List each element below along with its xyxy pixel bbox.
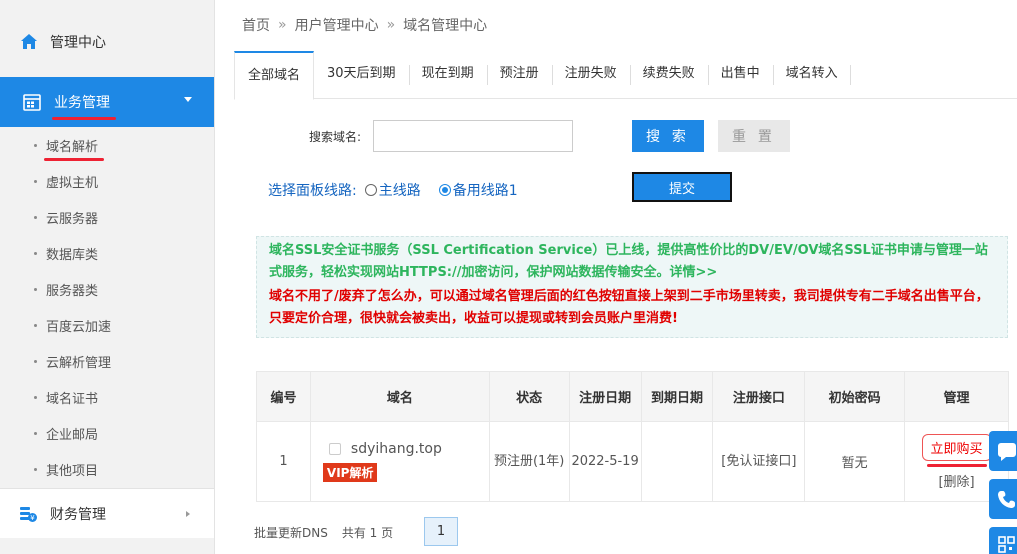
calendar-grid-icon [22, 92, 42, 112]
col-header-status: 状态 [488, 371, 570, 422]
tab-register-failed[interactable]: 注册失败 [551, 51, 630, 99]
sidebar-item-cloud-dns[interactable]: 云解析管理 [0, 343, 214, 379]
sidebar-item-business[interactable]: 业务管理 [0, 77, 214, 127]
breadcrumb-user-center[interactable]: 用户管理中心 [295, 15, 379, 35]
col-header-exp-date: 到期日期 [640, 371, 714, 422]
finance-icon: ¥ [18, 504, 38, 524]
col-header-manage: 管理 [904, 371, 1009, 422]
sidebar-item-label: 虚拟主机 [46, 175, 99, 191]
sidebar-item-finance[interactable]: ¥ 财务管理 [0, 488, 214, 538]
phone-icon [998, 491, 1015, 508]
batch-update-dns-button[interactable]: 批量更新DNS [254, 524, 328, 541]
cell-reg-port: [免认证接口] [712, 421, 806, 502]
sidebar-submenu: 域名解析 虚拟主机 云服务器 数据库类 服务器类 百度云加速 云解析管理 域名证… [0, 127, 214, 487]
tab-renew-failed[interactable]: 续费失败 [629, 51, 708, 99]
sidebar-item-dns[interactable]: 域名解析 [0, 127, 214, 163]
ssl-notice-link[interactable]: 域名SSL安全证书服务（SSL Certification Service）已上… [269, 240, 999, 284]
col-header-domain: 域名 [309, 371, 490, 422]
sidebar-item-vhost[interactable]: 虚拟主机 [0, 163, 214, 199]
table-header-row: 编号 域名 状态 注册日期 到期日期 注册接口 初始密码 管理 [256, 371, 1009, 422]
chat-icon [998, 443, 1016, 461]
domain-name[interactable]: sdyihang.top [351, 441, 442, 457]
tab-pre-register[interactable]: 预注册 [486, 51, 552, 99]
col-header-init-pass: 初始密码 [804, 371, 906, 422]
page-number-current[interactable]: 1 [424, 517, 458, 546]
sidebar-item-mail[interactable]: 企业邮局 [0, 415, 214, 451]
sidebar-item-label: 域名证书 [46, 391, 99, 407]
col-header-id: 编号 [256, 371, 311, 422]
notice-box: 域名SSL安全证书服务（SSL Certification Service）已上… [256, 236, 1008, 338]
sidebar-item-baidu-cdn[interactable]: 百度云加速 [0, 307, 214, 343]
tab-all-domains[interactable]: 全部域名 [234, 51, 315, 100]
chevron-down-icon [184, 97, 192, 102]
radio-label: 主线路 [378, 183, 421, 199]
breadcrumb-separator: » [386, 17, 396, 33]
sidebar-item-label: 云解析管理 [46, 355, 112, 371]
vip-badge[interactable]: VIP解析 [322, 463, 378, 482]
sidebar-item-domain-cert[interactable]: 域名证书 [0, 379, 214, 415]
cell-status: 预注册(1年) [488, 421, 570, 502]
reset-button[interactable]: 重 置 [718, 120, 790, 152]
sidebar-home-label: 管理中心 [50, 34, 106, 51]
col-header-reg-date: 注册日期 [568, 371, 642, 422]
radio-indicator [364, 184, 377, 196]
breadcrumb-domain-center: 域名管理中心 [403, 18, 488, 34]
search-input[interactable] [373, 120, 573, 152]
line-selector-label: 选择面板线路: [268, 183, 357, 199]
sidebar: 管理中心 业务管理 域名解析 虚拟主机 云服务器 数据库类 服务器类 百度云加速… [0, 0, 215, 554]
sidebar-item-label: 其他项目 [46, 463, 99, 479]
table-row: 1 sdyihang.top VIP解析 预注册(1年) 2022-5-19 [… [256, 421, 1009, 502]
breadcrumb: 首页 » 用户管理中心 » 域名管理中心 [216, 0, 1017, 50]
cell-reg-date: 2022-5-19 [568, 421, 642, 502]
cell-exp-date [640, 421, 714, 502]
breadcrumb-separator: » [278, 17, 287, 33]
row-checkbox[interactable] [328, 443, 341, 455]
sidebar-item-label: 企业邮局 [46, 427, 99, 443]
search-bar: 搜索域名: 搜 索 重 置 [216, 120, 1016, 152]
radio-main-line[interactable]: 主线路 [364, 180, 421, 200]
cell-domain: sdyihang.top VIP解析 [309, 421, 490, 502]
sidebar-item-label: 域名解析 [43, 136, 105, 161]
sidebar-item-cloud-server[interactable]: 云服务器 [0, 199, 214, 235]
buy-now-button[interactable]: 立即购买 [921, 433, 992, 467]
sidebar-business-label: 业务管理 [52, 92, 116, 120]
tab-transfer-in[interactable]: 域名转入 [772, 51, 851, 99]
sidebar-item-database[interactable]: 数据库类 [0, 235, 214, 271]
tab-expire-30-days[interactable]: 30天后到期 [314, 51, 409, 99]
home-icon [20, 33, 38, 51]
cell-init-pass: 暂无 [804, 421, 906, 502]
sidebar-item-label: 服务器类 [46, 283, 99, 299]
main-content: 首页 » 用户管理中心 » 域名管理中心 全部域名 30天后到期 现在到期 预注… [216, 0, 1017, 554]
tab-expiring-now[interactable]: 现在到期 [408, 51, 487, 99]
sidebar-finance-label: 财务管理 [50, 506, 106, 523]
radio-backup-line-1[interactable]: 备用线路1 [438, 180, 518, 200]
total-pages-text: 共有 1 页 [341, 525, 394, 540]
submit-button[interactable]: 提交 [632, 172, 732, 202]
sidebar-item-label: 云服务器 [46, 211, 99, 227]
tab-on-sale[interactable]: 出售中 [707, 51, 773, 99]
radio-indicator [438, 184, 451, 196]
col-header-reg-port: 注册接口 [712, 371, 806, 422]
line-selector: 选择面板线路: 主线路 备用线路1 [268, 178, 518, 202]
svg-text:¥: ¥ [30, 514, 35, 522]
sidebar-item-label: 百度云加速 [46, 319, 112, 335]
search-label: 搜索域名: [309, 130, 362, 144]
cell-id: 1 [256, 421, 311, 502]
chat-float-button[interactable] [989, 431, 1017, 471]
chevron-right-icon [186, 511, 190, 517]
table-footer: 批量更新DNS 共有 1 页 [254, 518, 393, 546]
search-button[interactable]: 搜 索 [632, 120, 704, 152]
radio-label: 备用线路1 [452, 183, 518, 199]
sidebar-item-home[interactable]: 管理中心 [0, 0, 214, 77]
sidebar-item-server[interactable]: 服务器类 [0, 271, 214, 307]
breadcrumb-home[interactable]: 首页 [242, 15, 270, 35]
sidebar-item-label: 数据库类 [46, 247, 99, 263]
domain-tabs: 全部域名 30天后到期 现在到期 预注册 注册失败 续费失败 出售中 域名转入 [234, 51, 1017, 100]
qrcode-float-button[interactable] [989, 527, 1017, 554]
sidebar-item-other[interactable]: 其他项目 [0, 451, 214, 487]
qrcode-icon [998, 536, 1015, 553]
domain-table: 编号 域名 状态 注册日期 到期日期 注册接口 初始密码 管理 1 sdyiha… [256, 371, 1009, 502]
resale-notice: 域名不用了/废弃了怎么办，可以通过域名管理后面的红色按钮直接上架到二手市场里转卖… [269, 289, 989, 326]
phone-float-button[interactable] [989, 479, 1017, 519]
